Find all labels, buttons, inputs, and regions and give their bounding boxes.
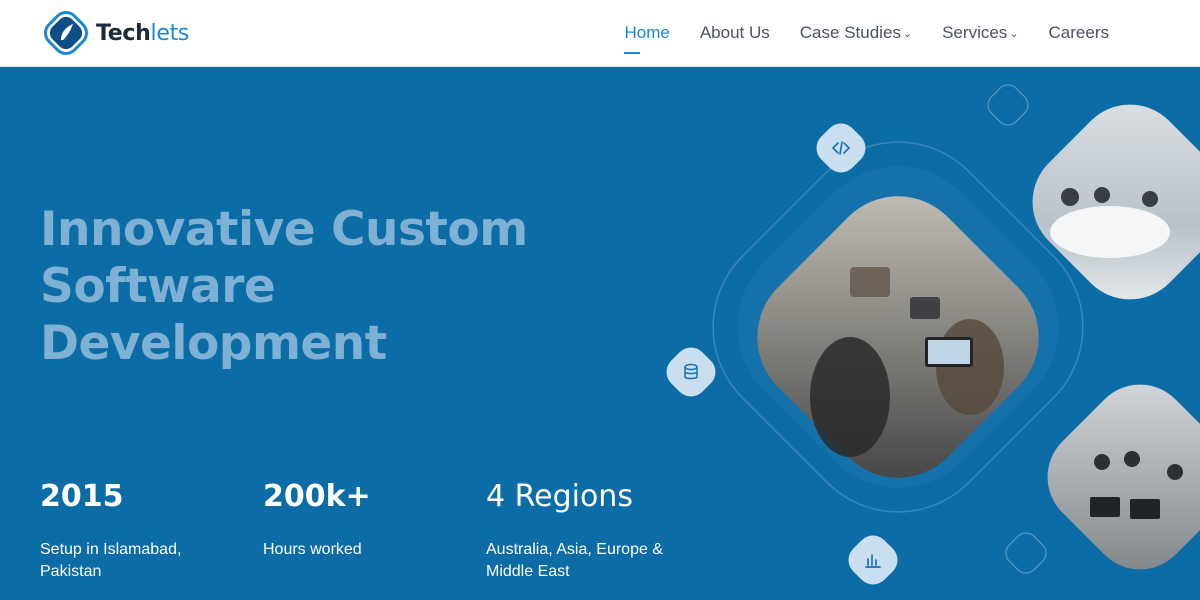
stat-founded: 2015 Setup in Islamabad, Pakistan [40,479,263,583]
chevron-down-icon: ⌄ [1009,27,1019,40]
hero-section: Innovative Custom Software Development 2… [0,67,1200,600]
hero-illustration [640,67,1200,600]
stat-hours: 200k+ Hours worked [263,479,486,583]
headline-line-2: Software [40,259,276,314]
nav-home[interactable]: Home [624,23,670,54]
logo-text-lets: lets [150,20,190,46]
nav-services[interactable]: Services ⌄ [942,23,1018,43]
stats-row: 2015 Setup in Islamabad, Pakistan 200k+ … [40,479,686,583]
hero-headline: Innovative Custom Software Development [40,201,600,372]
nav-case-studies[interactable]: Case Studies ⌄ [800,23,912,43]
top-navbar: Techlets Home About Us Case Studies ⌄ Ser… [0,0,1200,67]
headline-line-1: Innovative Custom [40,202,528,257]
chevron-down-icon: ⌄ [902,27,913,40]
nav-careers-label: Careers [1048,23,1109,42]
logo-wordmark: Techlets [96,21,189,46]
stat-label: Hours worked [263,541,362,558]
logo-text-tech: Tech [96,20,151,46]
main-menu: Home About Us Case Studies ⌄ Services ⌄ Ca… [624,0,1109,66]
nav-about-us-label: About Us [699,23,770,42]
logo-emblem-icon [44,11,88,55]
techlets-logo[interactable]: Techlets [40,8,189,58]
stat-value: 200k+ [263,479,371,514]
office-photo-main [757,196,1039,478]
stat-label: Australia, Asia, Europe & Middle East [486,541,663,580]
headline-line-3: Development [40,316,387,371]
stat-value: 2015 [40,479,124,514]
nav-careers[interactable]: Careers [1049,23,1109,43]
nav-home-label: Home [624,23,670,42]
hero-photo-collage [712,104,1200,570]
nav-about-us[interactable]: About Us [700,23,770,43]
nav-case-studies-label: Case Studies [799,23,901,42]
stat-label: Setup in Islamabad, Pakistan [40,541,182,580]
nav-services-label: Services [942,23,1008,42]
